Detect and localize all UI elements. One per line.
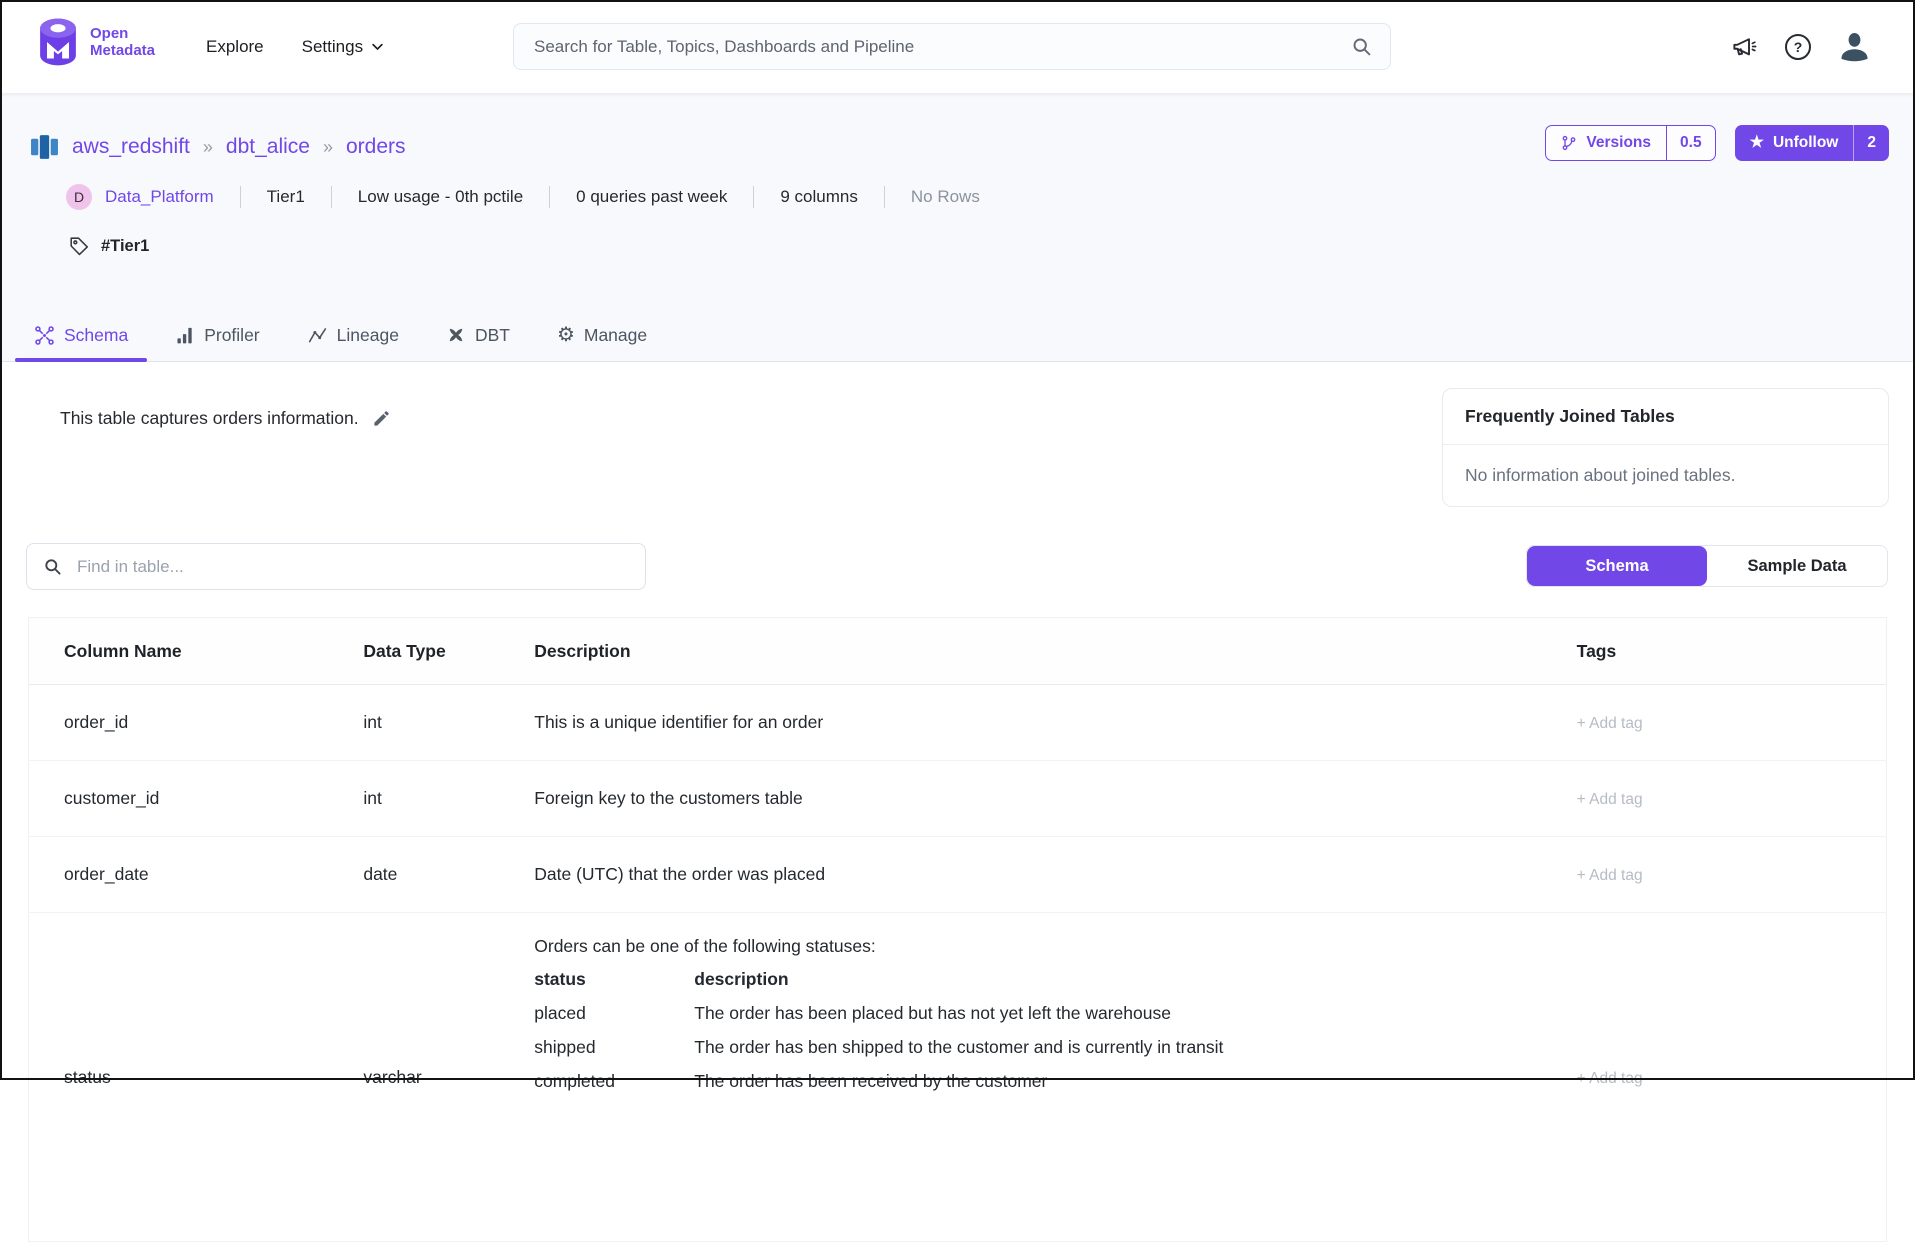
table-row: order_id int This is a unique identifier… xyxy=(29,685,1887,761)
column-type: date xyxy=(362,837,533,913)
find-search-icon xyxy=(43,557,62,576)
col-header-type: Data Type xyxy=(362,618,533,685)
tier-value: Tier1 xyxy=(267,187,305,207)
col-header-tags: Tags xyxy=(1576,618,1887,685)
add-tag-button[interactable]: + Add tag xyxy=(1577,867,1643,884)
tier-tag-label[interactable]: #Tier1 xyxy=(101,237,149,256)
schema-tab-icon xyxy=(34,325,55,346)
table-header-row: Column Name Data Type Description Tags xyxy=(29,618,1887,685)
version-number: 0.5 xyxy=(1666,126,1715,160)
column-name: customer_id xyxy=(29,761,363,837)
columns-count: 9 columns xyxy=(780,187,857,207)
schema-tab-content: This table captures orders information. … xyxy=(0,362,1915,1080)
global-search-input[interactable] xyxy=(532,36,1351,58)
tab-manage[interactable]: ⚙ Manage xyxy=(538,309,666,361)
tag-icon xyxy=(68,235,90,257)
column-description: Foreign key to the customers table xyxy=(533,761,1575,837)
joined-tables-title: Frequently Joined Tables xyxy=(1443,389,1888,445)
breadcrumb-separator: » xyxy=(203,137,213,158)
breadcrumb-separator: » xyxy=(323,137,333,158)
meta-divider xyxy=(884,186,885,208)
tab-lineage[interactable]: Lineage xyxy=(288,309,418,361)
find-in-table-box xyxy=(26,543,646,590)
owner-avatar: D xyxy=(66,184,92,210)
versions-button[interactable]: Versions 0.5 xyxy=(1545,125,1715,161)
search-icon[interactable] xyxy=(1351,36,1372,57)
topbar-icons: ? xyxy=(1731,0,1871,93)
version-branch-icon xyxy=(1561,135,1577,151)
entity-meta-row: D Data_Platform Tier1 Low usage - 0th pc… xyxy=(66,184,980,210)
column-type: int xyxy=(362,685,533,761)
main-nav: Explore Settings xyxy=(206,0,385,93)
entity-tab-bar: Schema Profiler xyxy=(0,309,1915,362)
table-description-text: This table captures orders information. xyxy=(60,408,359,429)
usage-value: Low usage - 0th pctile xyxy=(358,187,523,207)
add-tag-button[interactable]: + Add tag xyxy=(1577,791,1643,808)
column-description: Orders can be one of the following statu… xyxy=(533,913,1575,1242)
nav-settings[interactable]: Settings xyxy=(302,37,385,57)
meta-divider xyxy=(753,186,754,208)
meta-divider xyxy=(240,186,241,208)
lineage-tab-icon xyxy=(307,325,328,346)
table-description: This table captures orders information. xyxy=(60,408,391,429)
status-description-intro: Orders can be one of the following statu… xyxy=(534,930,1574,962)
breadcrumb-service-link[interactable]: aws_redshift xyxy=(72,135,190,159)
queries-value: 0 queries past week xyxy=(576,187,727,207)
column-name: order_id xyxy=(29,685,363,761)
entity-actions: Versions 0.5 ★ Unfollow 2 xyxy=(1545,125,1889,161)
openmetadata-logo-text: Open Metadata xyxy=(90,25,155,60)
col-header-name: Column Name xyxy=(29,618,363,685)
meta-divider xyxy=(331,186,332,208)
openmetadata-logo[interactable]: Open Metadata xyxy=(36,17,155,67)
rows-count: No Rows xyxy=(911,187,980,207)
add-tag-button[interactable]: + Add tag xyxy=(1577,1070,1643,1087)
column-description: Date (UTC) that the order was placed xyxy=(533,837,1575,913)
edit-description-icon[interactable] xyxy=(372,409,391,428)
breadcrumb-table-link[interactable]: orders xyxy=(346,135,406,159)
find-in-table-input[interactable] xyxy=(75,556,629,578)
column-name: status xyxy=(29,913,363,1242)
global-search-box xyxy=(513,23,1391,70)
breadcrumb-schema-link[interactable]: dbt_alice xyxy=(226,135,310,159)
toggle-schema-button[interactable]: Schema xyxy=(1527,546,1707,586)
top-navigation-bar: Open Metadata Explore Settings xyxy=(0,0,1915,94)
table-row: status varchar Orders can be one of the … xyxy=(29,913,1887,1242)
profiler-tab-icon xyxy=(175,325,195,345)
frequently-joined-tables-card: Frequently Joined Tables No information … xyxy=(1442,388,1889,507)
gear-icon: ⚙ xyxy=(557,325,575,345)
column-description: This is a unique identifier for an order xyxy=(533,685,1575,761)
schema-columns-table: Column Name Data Type Description Tags o… xyxy=(28,617,1887,1242)
redshift-service-icon xyxy=(30,132,59,162)
tab-profiler[interactable]: Profiler xyxy=(156,309,278,361)
help-icon[interactable]: ? xyxy=(1785,34,1811,60)
table-row: order_date date Date (UTC) that the orde… xyxy=(29,837,1887,913)
owner-link[interactable]: Data_Platform xyxy=(105,187,214,207)
dbt-tab-icon xyxy=(446,325,466,345)
chevron-down-icon xyxy=(370,39,385,54)
followers-count[interactable]: 2 xyxy=(1853,125,1889,161)
toggle-sample-data-button[interactable]: Sample Data xyxy=(1707,546,1887,586)
tab-schema[interactable]: Schema xyxy=(15,309,147,361)
tab-dbt[interactable]: DBT xyxy=(427,309,529,361)
joined-tables-empty-text: No information about joined tables. xyxy=(1443,445,1888,506)
schema-view-toggle: Schema Sample Data xyxy=(1526,545,1888,587)
breadcrumb: aws_redshift » dbt_alice » orders xyxy=(30,132,406,162)
status-values-table: status description placed The order has … xyxy=(534,962,1574,1098)
nav-explore[interactable]: Explore xyxy=(206,37,264,57)
column-type: varchar xyxy=(362,913,533,1242)
unfollow-button[interactable]: ★ Unfollow 2 xyxy=(1735,125,1889,161)
entity-page-header: aws_redshift » dbt_alice » orders D Data… xyxy=(0,94,1915,362)
meta-divider xyxy=(549,186,550,208)
table-row: customer_id int Foreign key to the custo… xyxy=(29,761,1887,837)
col-header-description: Description xyxy=(533,618,1575,685)
column-type: int xyxy=(362,761,533,837)
openmetadata-app: Open Metadata Explore Settings xyxy=(0,0,1915,1080)
column-name: order_date xyxy=(29,837,363,913)
openmetadata-logo-icon xyxy=(36,17,80,67)
announcement-icon[interactable] xyxy=(1731,33,1758,60)
star-icon: ★ xyxy=(1750,135,1764,151)
add-tag-button[interactable]: + Add tag xyxy=(1577,715,1643,732)
entity-tags-row: #Tier1 xyxy=(68,235,149,257)
user-avatar[interactable] xyxy=(1838,30,1871,63)
